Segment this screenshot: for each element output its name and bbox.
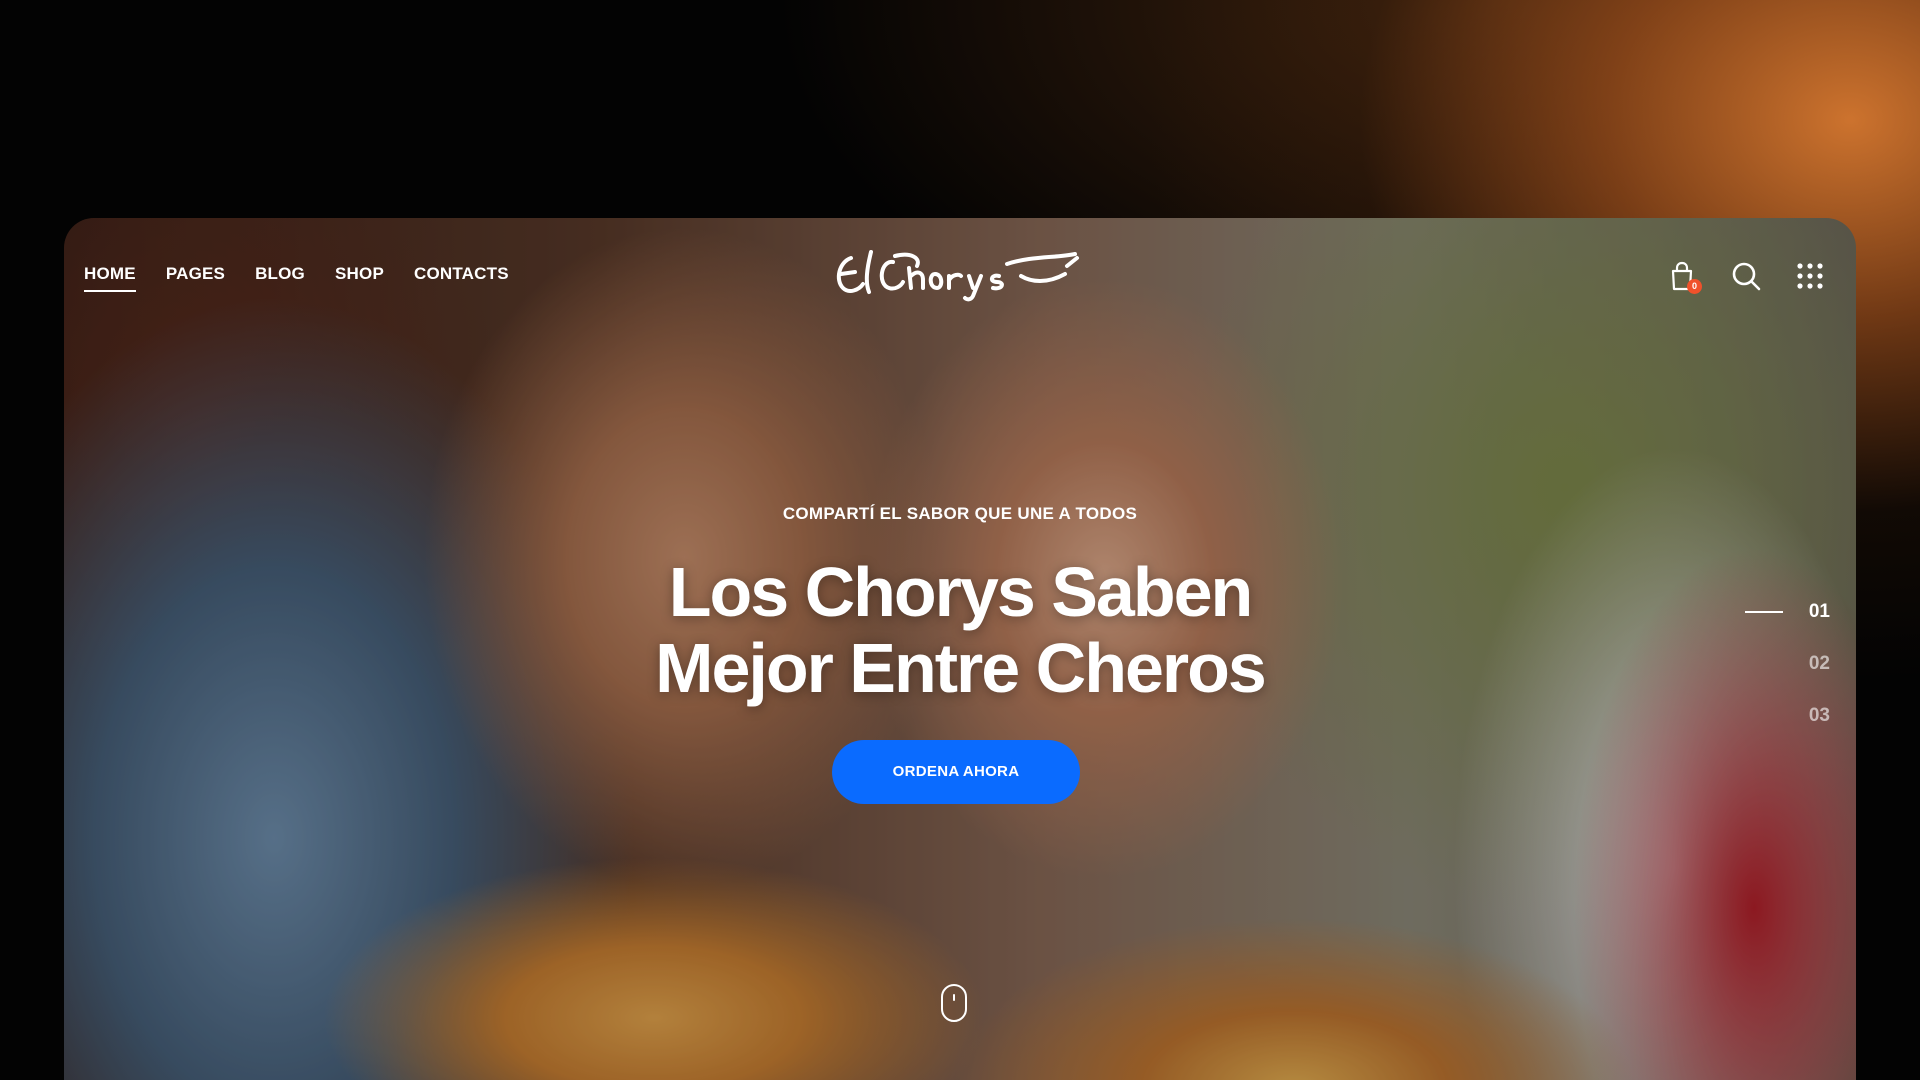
menu-grid-button[interactable] [1794,260,1826,292]
cart-button[interactable]: 0 [1666,260,1702,294]
header-icons: 0 [1666,260,1826,294]
grid-menu-icon [1797,263,1823,289]
hero-headline: Los Chorys Saben Mejor Entre Cheros [64,554,1856,706]
cart-count-badge: 0 [1687,279,1702,294]
nav-item-home[interactable]: HOME [84,264,136,292]
slide-number: 02 [1808,653,1830,674]
scroll-wheel-dot [953,994,955,1001]
slide-indicator-1[interactable]: 01 [1744,586,1830,638]
slide-indicator-2[interactable]: 02 [1745,638,1830,690]
brand-logo-wordmark [836,250,1079,302]
slide-number: 01 [1808,601,1830,622]
scroll-down-mouse-icon[interactable] [941,984,967,1022]
hero-headline-line-1: Los Chorys Saben [668,553,1254,631]
main-nav: HOME PAGES BLOG SHOP CONTACTS [84,264,509,292]
active-slide-line [1744,611,1783,613]
nav-item-pages[interactable]: PAGES [166,264,225,292]
nav-item-blog[interactable]: BLOG [255,264,305,292]
hero-headline-line-2: Mejor Entre Cheros [655,629,1267,707]
search-icon [1732,262,1761,291]
nav-item-contacts[interactable]: CONTACTS [414,264,509,292]
hero-eyebrow: COMPARTÍ EL SABOR QUE UNE A TODOS [782,504,1138,523]
search-button[interactable] [1730,260,1762,292]
hero-section: HOME PAGES BLOG SHOP CONTACTS 0 COMPARTÍ… [64,218,1856,1080]
slide-number: 03 [1808,705,1830,726]
nav-item-shop[interactable]: SHOP [335,264,384,292]
slide-pagination: 01 02 03 [1744,586,1830,742]
slide-indicator-3[interactable]: 03 [1745,690,1830,742]
brand-logo[interactable] [831,244,1091,302]
order-now-button[interactable]: ORDENA AHORA [832,740,1080,804]
